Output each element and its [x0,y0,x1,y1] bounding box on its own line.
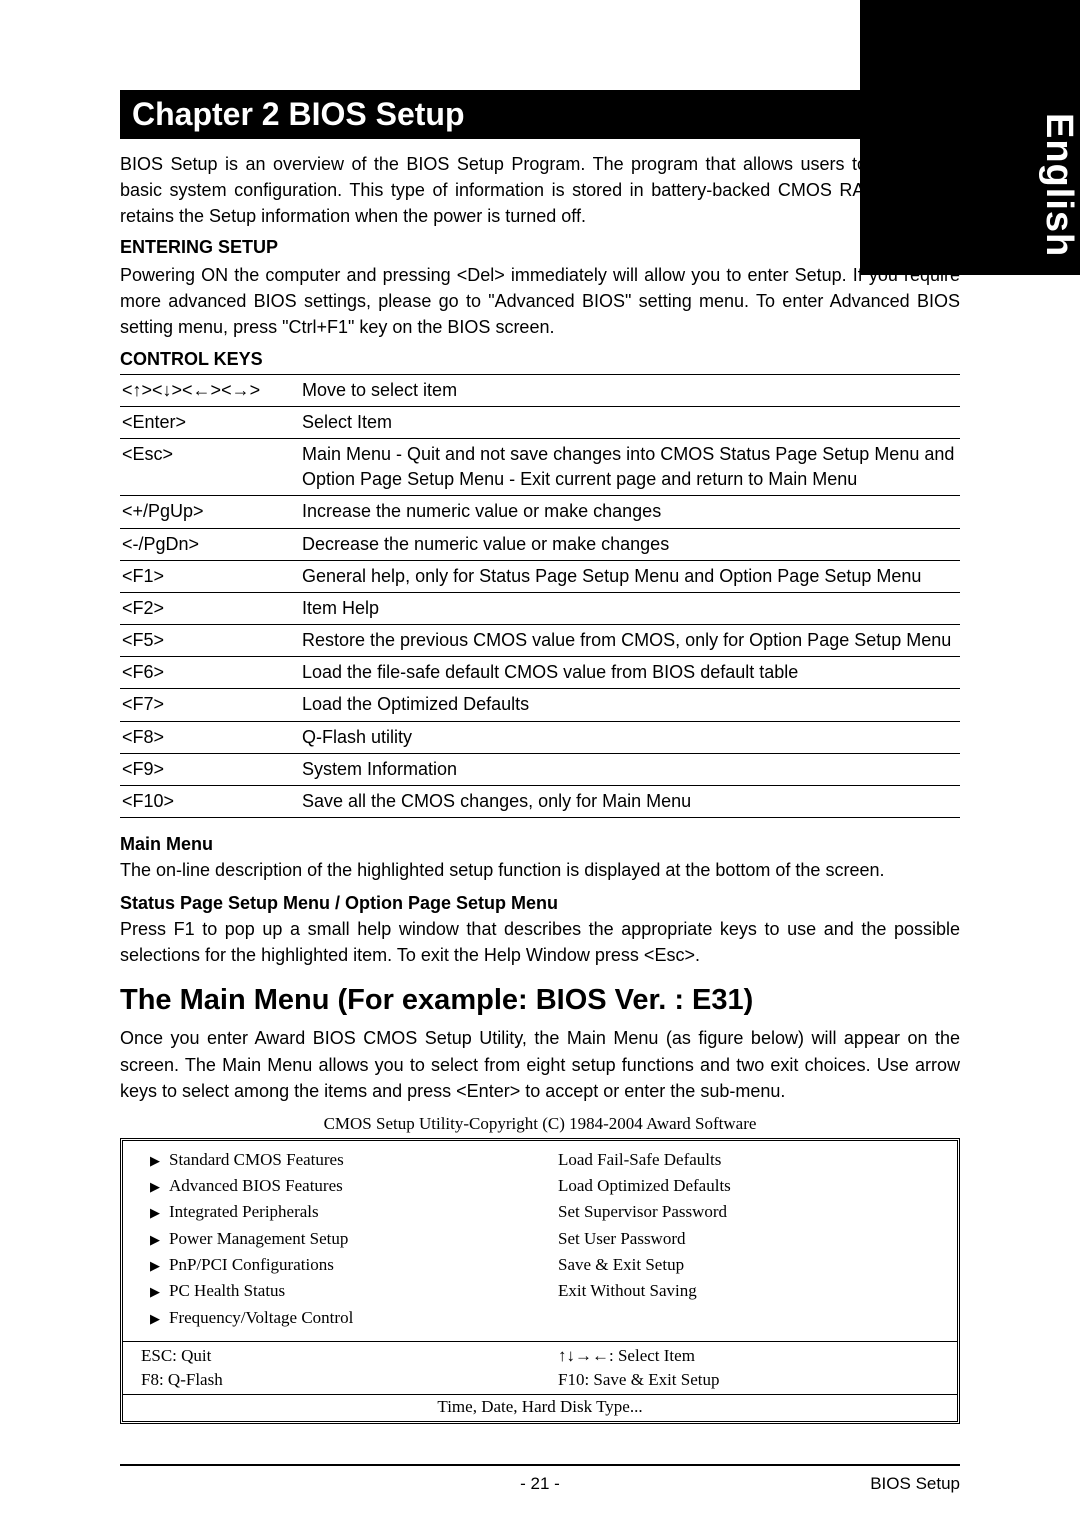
control-key: <Enter> [120,406,300,438]
control-key-row: <F8>Q-Flash utility [120,721,960,753]
cmos-menu-item: Set Supervisor Password [558,1199,939,1225]
control-key-row: <F1>General help, only for Status Page S… [120,560,960,592]
control-key-desc: Increase the numeric value or make chang… [300,496,960,528]
cmos-menu-item: Load Optimized Defaults [558,1173,939,1199]
control-key: <Esc> [120,438,300,495]
control-key-desc: Move to select item [300,374,960,406]
control-key-row: <F9>System Information [120,753,960,785]
control-key-desc: General help, only for Status Page Setup… [300,560,960,592]
control-key-row: <F5>Restore the previous CMOS value from… [120,625,960,657]
control-key-desc: Item Help [300,592,960,624]
triangle-icon: ▶ [141,1282,169,1302]
intro-text: BIOS Setup is an overview of the BIOS Se… [120,151,960,229]
control-key: <F8> [120,721,300,753]
cmos-hint-left: ESC: Quit F8: Q-Flash [123,1342,540,1394]
cmos-menu-item: Save & Exit Setup [558,1252,939,1278]
footer-section-label: BIOS Setup [680,1474,960,1494]
control-key: <F6> [120,657,300,689]
triangle-icon: ▶ [141,1309,169,1329]
control-key-desc: Select Item [300,406,960,438]
cmos-menu-item: ▶Integrated Peripherals [141,1199,522,1225]
chapter-title: Chapter 2 BIOS Setup [120,90,960,139]
control-key-row: <↑><↓><←><→>Move to select item [120,374,960,406]
control-key: <F1> [120,560,300,592]
cmos-menu-item: ▶Advanced BIOS Features [141,1173,522,1199]
triangle-icon: ▶ [141,1256,169,1276]
cmos-menu-item: ▶PC Health Status [141,1278,522,1304]
control-key-row: <F7>Load the Optimized Defaults [120,689,960,721]
control-key-desc: Load the Optimized Defaults [300,689,960,721]
cmos-menu-item: ▶Frequency/Voltage Control [141,1305,522,1331]
page-footer: - 21 - BIOS Setup [120,1464,960,1494]
control-key: <F9> [120,753,300,785]
control-key: <+/PgUp> [120,496,300,528]
cmos-menu-item: Exit Without Saving [558,1278,939,1304]
cmos-menu-item: ▶Power Management Setup [141,1226,522,1252]
control-key-desc: Main Menu - Quit and not save changes in… [300,438,960,495]
cmos-right-column: Load Fail-Safe DefaultsLoad Optimized De… [540,1141,957,1341]
main-menu-desc: Once you enter Award BIOS CMOS Setup Uti… [120,1025,960,1103]
control-keys-heading: CONTROL KEYS [120,349,960,370]
cmos-menu-box: ▶Standard CMOS Features▶Advanced BIOS Fe… [120,1138,960,1424]
control-key: <-/PgDn> [120,528,300,560]
control-key: <F2> [120,592,300,624]
main-menu-title: The Main Menu (For example: BIOS Ver. : … [120,984,960,1017]
cmos-left-column: ▶Standard CMOS Features▶Advanced BIOS Fe… [123,1141,540,1341]
cmos-caption: CMOS Setup Utility-Copyright (C) 1984-20… [120,1114,960,1134]
main-menu-text: The on-line description of the highlight… [120,857,960,883]
control-key-row: <F2>Item Help [120,592,960,624]
cmos-menu-item: Set User Password [558,1226,939,1252]
control-key-desc: Load the file-safe default CMOS value fr… [300,657,960,689]
control-key-desc: Save all the CMOS changes, only for Main… [300,786,960,818]
control-key-row: <+/PgUp>Increase the numeric value or ma… [120,496,960,528]
control-key-row: <Esc>Main Menu - Quit and not save chang… [120,438,960,495]
control-key-row: <F6>Load the file-safe default CMOS valu… [120,657,960,689]
cmos-menu-item: ▶Standard CMOS Features [141,1147,522,1173]
triangle-icon: ▶ [141,1230,169,1250]
control-key: <↑><↓><←><→> [120,374,300,406]
control-key-desc: Q-Flash utility [300,721,960,753]
control-key-row: <Enter>Select Item [120,406,960,438]
status-page-heading: Status Page Setup Menu / Option Page Set… [120,893,960,914]
control-keys-table: <↑><↓><←><→>Move to select item<Enter>Se… [120,374,960,819]
control-key: <F7> [120,689,300,721]
cmos-menu-item: Load Fail-Safe Defaults [558,1147,939,1173]
triangle-icon: ▶ [141,1177,169,1197]
cmos-menu-item: ▶PnP/PCI Configurations [141,1252,522,1278]
control-key: <F5> [120,625,300,657]
control-key: <F10> [120,786,300,818]
control-key-desc: Restore the previous CMOS value from CMO… [300,625,960,657]
page-number: - 21 - [400,1474,680,1494]
control-key-desc: Decrease the numeric value or make chang… [300,528,960,560]
main-menu-heading: Main Menu [120,834,960,855]
triangle-icon: ▶ [141,1151,169,1171]
entering-setup-heading: ENTERING SETUP [120,237,960,258]
entering-setup-text: Powering ON the computer and pressing <D… [120,262,960,340]
control-key-row: <F10>Save all the CMOS changes, only for… [120,786,960,818]
control-key-desc: System Information [300,753,960,785]
control-key-row: <-/PgDn>Decrease the numeric value or ma… [120,528,960,560]
triangle-icon: ▶ [141,1203,169,1223]
cmos-status-line: Time, Date, Hard Disk Type... [123,1395,957,1421]
status-page-text: Press F1 to pop up a small help window t… [120,916,960,968]
cmos-hint-right: ↑↓→←: Select Item F10: Save & Exit Setup [540,1342,957,1394]
